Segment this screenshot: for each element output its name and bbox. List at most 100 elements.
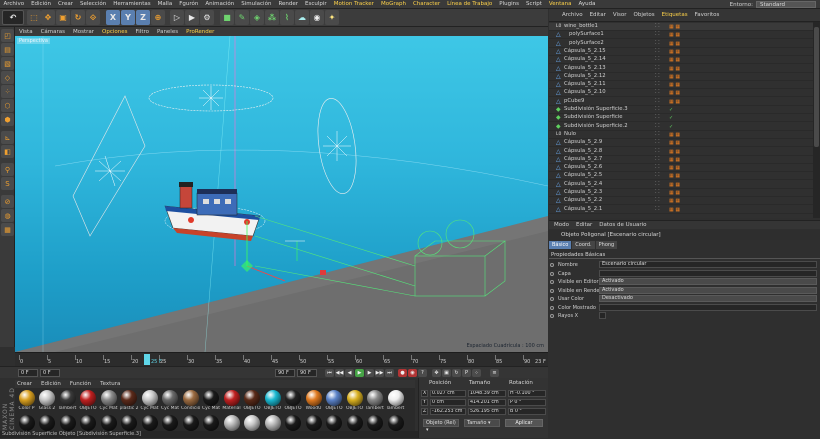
enable-snap-icon[interactable]: S (1, 177, 14, 190)
subdivision-icon[interactable]: ◈ (250, 10, 264, 25)
visibility-dots-icon[interactable]: ⁚ ⁚ (655, 98, 660, 106)
visibility-dots-icon[interactable]: ⁚ ⁚ (655, 56, 660, 64)
property-field[interactable]: Escenario circular (599, 261, 817, 268)
object-manager-menu-item[interactable]: Editar (587, 12, 609, 18)
position-y-field[interactable]: 0 cm (430, 399, 466, 406)
size-y-field[interactable]: 414.201 cm (468, 399, 506, 406)
visibility-dots-icon[interactable]: ⁚ ⁚ (655, 164, 660, 172)
object-row[interactable]: △ Cápsula_5_2.7 ⁚ ⁚ ▦ ▦ (549, 156, 813, 164)
object-row[interactable]: △ Cápsula_5_2.5 ⁚ ⁚ ▦ ▦ (549, 172, 813, 181)
next-frame-icon[interactable]: ▶ (365, 369, 374, 377)
render-picture-viewer-icon[interactable]: ▶ (185, 10, 199, 25)
menu-item[interactable]: Ventana (545, 1, 575, 7)
visibility-dots-icon[interactable]: ⁚ ⁚ (655, 139, 660, 147)
visibility-dots-icon[interactable]: ⁚ ⁚ (655, 114, 660, 122)
material-swatch[interactable]: plastic 2 (120, 390, 139, 414)
property-field[interactable] (599, 269, 817, 277)
property-dropdown[interactable]: Desactivado (599, 295, 817, 302)
property-field[interactable] (599, 303, 817, 311)
attribute-tab[interactable]: Phong (595, 241, 618, 249)
render-settings-icon[interactable]: ⚙ (200, 10, 214, 25)
make-editable-icon[interactable]: ◰ (1, 29, 14, 42)
material-swatch[interactable]: Material (222, 390, 241, 414)
object-row[interactable]: △ Cápsula_5_2.4 ⁚ ⁚ ▦ ▦ (549, 181, 813, 189)
property-animate-dot[interactable] (550, 271, 554, 276)
visibility-dots-icon[interactable]: ⁚ ⁚ (655, 31, 660, 39)
point-level-key-icon[interactable]: ⁘ (472, 369, 481, 377)
render-view-icon[interactable]: ▷ (170, 10, 184, 25)
object-row[interactable]: △ Cápsula_5_2.2 ⁚ ⁚ ▦ ▦ (549, 197, 813, 206)
object-row[interactable]: △ Cápsula_5_2.6 ⁚ ⁚ ▦ ▦ (549, 164, 813, 173)
menu-item[interactable]: MoGraph (377, 1, 409, 7)
model-mode-icon[interactable]: ▤ (1, 43, 14, 56)
visibility-dots-icon[interactable]: ⁚ ⁚ (655, 181, 660, 189)
go-to-start-icon[interactable]: ⏮ (325, 369, 334, 377)
rotation-h-field[interactable]: H -0.100 ° (508, 390, 546, 397)
parameter-key-icon[interactable]: P (462, 369, 471, 377)
visibility-dots-icon[interactable]: ⁚ ⁚ (655, 89, 660, 97)
visibility-dots-icon[interactable]: ⁚ ⁚ (655, 123, 660, 131)
object-manager-menu-item[interactable]: Archivo (559, 12, 586, 18)
menu-item[interactable]: Herramientas (110, 1, 154, 7)
visibility-dots-icon[interactable]: ⁚ ⁚ (655, 48, 660, 56)
object-row[interactable]: △ Cápsula_5_2.14 ⁚ ⁚ ▦ ▦ (549, 56, 813, 65)
play-button-icon[interactable]: ▶ (355, 369, 364, 377)
material-swatch[interactable]: Glass 2 (38, 390, 57, 414)
layout-selector[interactable]: Entorno: Standard (730, 0, 816, 9)
sculpt-icon[interactable]: ◍ (1, 209, 14, 222)
visibility-dots-icon[interactable]: ⁚ ⁚ (655, 156, 660, 164)
scale-key-icon[interactable]: ▣ (442, 369, 451, 377)
object-row[interactable]: △ Cápsula_5_2.12 ⁚ ⁚ ▦ ▦ (549, 73, 813, 81)
visibility-dots-icon[interactable]: ⁚ ⁚ (655, 81, 660, 89)
axis-lock-x-button[interactable]: X (106, 10, 120, 25)
recent-tools-icon[interactable]: ⟐ (86, 10, 100, 25)
attribute-menu-item[interactable]: Datos de Usuario (596, 222, 649, 228)
attribute-tab[interactable]: Básico (549, 241, 572, 249)
material-swatch[interactable]: Cyc Mat (161, 390, 180, 414)
material-swatch[interactable]: lambert (366, 390, 385, 414)
material-swatch[interactable]: Cyc Mat (140, 390, 159, 414)
locked-workplane-icon[interactable]: ⊘ (1, 195, 14, 208)
start-frame-field[interactable]: 0 F (18, 369, 38, 377)
timeline-menu-icon[interactable]: ≡ (490, 369, 499, 377)
material-swatch[interactable]: lambert (386, 390, 405, 414)
object-manager-menu-item[interactable]: Objetos (631, 12, 658, 18)
snap-icon[interactable]: ⚲ (1, 163, 14, 176)
material-swatch[interactable]: OBJETO (284, 390, 303, 414)
record-icon[interactable]: ● (398, 369, 407, 377)
tweak-mode-icon[interactable]: ◧ (1, 145, 14, 158)
material-swatch[interactable]: OBJETO (243, 390, 262, 414)
live-selection-icon[interactable]: ⬚ (27, 10, 41, 25)
material-menu-item[interactable]: Textura (98, 381, 122, 387)
autokey-icon[interactable]: ◉ (408, 369, 417, 377)
property-dropdown[interactable]: Activado (599, 286, 817, 294)
material-swatch[interactable]: OBJETO (79, 390, 98, 414)
menu-item[interactable]: Esculpir (302, 1, 331, 7)
apply-button[interactable]: Aplicar (505, 419, 543, 427)
position-key-icon[interactable]: ✥ (432, 369, 441, 377)
object-row[interactable]: △ Cápsula_5_2.11 ⁚ ⁚ ▦ ▦ (549, 81, 813, 90)
visibility-dots-icon[interactable]: ⁚ ⁚ (655, 189, 660, 197)
object-manager-menu-item[interactable]: Etiquetas (659, 12, 691, 18)
light-icon[interactable]: ✦ (325, 10, 339, 25)
material-swatch[interactable]: Color P (17, 390, 36, 414)
material-swatch[interactable]: WoodU (304, 390, 323, 414)
object-list-scrollbar[interactable] (813, 22, 820, 218)
layout-dropdown[interactable]: Standard (756, 1, 816, 8)
object-row[interactable]: △ polySurface2 ⁚ ⁚ ▦ ▦ (549, 40, 813, 48)
menu-item[interactable]: Ayuda (575, 1, 599, 7)
object-row[interactable]: △ pCube9 ⁚ ⁚ ▦ ▦ (549, 98, 813, 106)
object-row[interactable]: △ Cápsula_5_2.3 ⁚ ⁚ ▦ ▦ (549, 189, 813, 198)
viewport-menu-item[interactable]: Cámaras (37, 29, 69, 35)
menu-item[interactable]: Edición (28, 1, 55, 7)
deformer-icon[interactable]: ⌇ (280, 10, 294, 25)
axis-mode-icon[interactable]: ⊾ (1, 131, 14, 144)
viewport-menu-item[interactable]: Mostrar (69, 29, 98, 35)
object-row[interactable]: L0 wine_bottle1 ⁚ ⁚ ▦ ▦ (549, 23, 813, 32)
scene-icon[interactable]: ☁ (295, 10, 309, 25)
menu-item[interactable]: Animación (202, 1, 238, 7)
property-checkbox[interactable] (599, 312, 606, 319)
undo-icon[interactable]: ↶ (2, 10, 24, 25)
property-animate-dot[interactable] (550, 263, 554, 267)
grid-icon[interactable]: ▦ (1, 223, 14, 236)
